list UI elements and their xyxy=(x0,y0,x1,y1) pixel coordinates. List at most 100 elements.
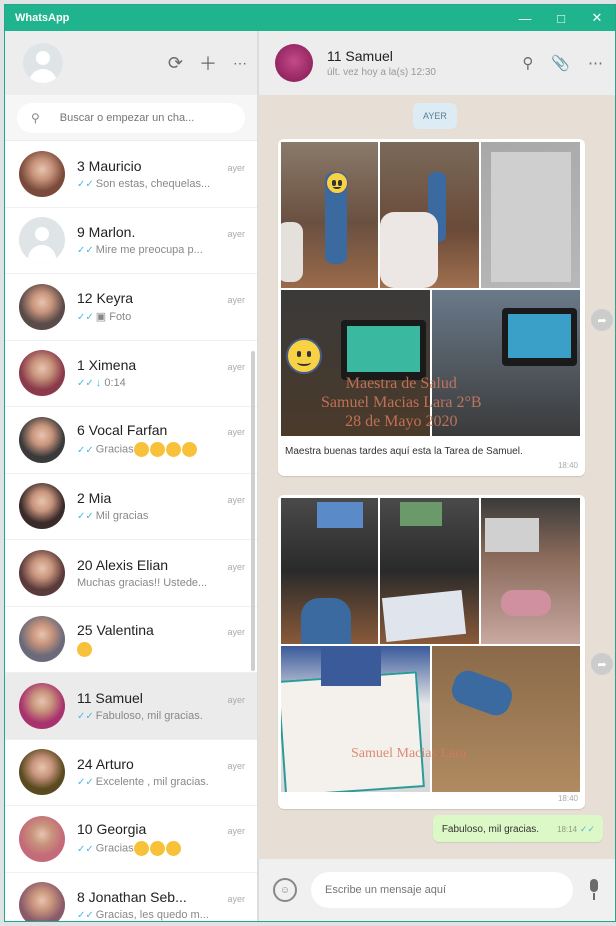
contact-avatar xyxy=(19,815,65,862)
chat-list-item[interactable]: 11 Samuel ayer ✓✓ Fabuloso, mil gracias. xyxy=(5,673,257,740)
chat-preview-text: Son estas, chequelas... xyxy=(95,177,211,190)
new-chat-icon[interactable]: ＋ xyxy=(199,50,217,76)
chat-list-item[interactable]: 24 Arturo ayer ✓✓ Excelente , mil gracias. xyxy=(5,740,257,806)
photo-thumbnail[interactable] xyxy=(281,142,378,288)
chat-name: 12 Keyra xyxy=(77,290,134,307)
photo-thumbnail[interactable] xyxy=(481,498,580,644)
read-receipt-icon: ✓✓ xyxy=(579,824,595,834)
chat-preview-text: Fabuloso, mil gracias. xyxy=(95,709,203,722)
photo-album-message[interactable]: Maestra de Salud Samuel Macias Lara 2°B 28… xyxy=(278,139,585,476)
chat-name: 10 Georgia xyxy=(77,821,147,838)
contact-name: 11 Samuel xyxy=(327,48,393,64)
read-receipt-icon: ✓✓ xyxy=(77,312,94,324)
photo-thumbnail[interactable] xyxy=(380,498,479,644)
sidebar-header: ⟳ ＋ ⋯ xyxy=(5,31,257,95)
forward-icon[interactable]: ➦ xyxy=(591,653,613,675)
contact-avatar xyxy=(19,416,65,463)
read-receipt-icon: ✓✓ xyxy=(77,777,94,789)
search-bar: ⚲ xyxy=(5,95,257,141)
search-input[interactable] xyxy=(59,112,220,124)
chat-preview-text: Mil gracias xyxy=(95,510,149,523)
maximize-icon[interactable]: □ xyxy=(543,5,579,31)
status-icon[interactable]: ⟳ xyxy=(168,53,183,74)
chat-name: 11 Samuel xyxy=(77,689,143,706)
photo-thumbnail[interactable] xyxy=(380,142,479,288)
forward-icon[interactable]: ➦ xyxy=(591,309,613,331)
chat-name: 20 Alexis Elian xyxy=(77,556,169,573)
chat-time: ayer xyxy=(227,229,245,240)
outgoing-message[interactable]: Fabuloso, mil gracias. 18:14 ✓✓ xyxy=(432,815,603,842)
emoji-icon xyxy=(181,442,197,458)
chat-preview-text: Gracias xyxy=(95,842,134,855)
conversation-header[interactable]: 11 Samuel últ. vez hoy a la(s) 12:30 ⚲ 📎… xyxy=(258,31,615,95)
emoji-icon xyxy=(165,841,181,857)
chat-time: ayer xyxy=(227,694,245,705)
message-caption: Maestra buenas tardes aquí esta la Tarea… xyxy=(285,446,523,457)
chat-preview-text: Gracias, les quedo m... xyxy=(95,909,209,921)
contact-avatar xyxy=(19,217,65,264)
chat-list-item[interactable]: 8 Jonathan Seb... ayer ✓✓ Gracias, les qued… xyxy=(5,873,257,921)
contact-avatar xyxy=(19,350,65,397)
message-input[interactable] xyxy=(311,872,573,908)
emoji-icon xyxy=(149,841,165,857)
chat-name: 24 Arturo xyxy=(77,756,134,773)
chat-list-item[interactable]: 25 Valentina ayer xyxy=(5,607,257,673)
chat-list-item[interactable]: 3 Mauricio ayer ✓✓ Son estas, chequelas... xyxy=(5,141,257,208)
photo-album-message[interactable]: Samuel Macias Lara 18:40 xyxy=(278,495,585,809)
read-receipt-icon: ✓✓ xyxy=(77,511,94,523)
face-sticker-icon xyxy=(286,338,322,374)
close-icon[interactable]: ✕ xyxy=(579,5,615,31)
photo-thumbnail[interactable] xyxy=(281,646,430,792)
photo-thumbnail[interactable] xyxy=(481,142,580,288)
search-icon: ⚲ xyxy=(31,111,40,125)
minimize-icon[interactable]: — xyxy=(507,5,543,31)
chat-list-item[interactable]: 12 Keyra ayer ✓✓ ▣ Foto xyxy=(5,274,257,341)
contact-status: últ. vez hoy a la(s) 12:30 xyxy=(327,67,436,78)
chat-list-item[interactable]: 6 Vocal Farfan ayer ✓✓ Gracias xyxy=(5,407,257,474)
chat-name: 9 Marlon. xyxy=(77,224,136,241)
search-messages-icon[interactable]: ⚲ xyxy=(522,54,533,72)
contact-avatar[interactable] xyxy=(275,44,313,82)
emoji-icon xyxy=(133,841,149,857)
sidebar-scrollbar[interactable] xyxy=(251,351,255,671)
chat-list-item[interactable]: 1 Ximena ayer ✓✓ ↓ 0:14 xyxy=(5,341,257,407)
photo-thumbnail[interactable] xyxy=(432,646,580,792)
chat-time: ayer xyxy=(227,626,245,637)
microphone-icon[interactable] xyxy=(587,879,601,901)
chat-time: ayer xyxy=(227,761,245,772)
attach-icon[interactable]: 📎 xyxy=(551,54,570,72)
message-composer: ☺ xyxy=(258,859,615,921)
emoji-icon xyxy=(165,442,181,458)
chat-list-item[interactable]: 9 Marlon. ayer ✓✓ Mire me preocupa p... xyxy=(5,208,257,274)
read-receipt-icon: ✓✓ xyxy=(77,444,94,456)
photo-thumbnail[interactable] xyxy=(281,498,378,644)
chat-time: ayer xyxy=(227,295,245,306)
contact-avatar xyxy=(19,682,65,729)
whatsapp-window: WhatsApp — □ ✕ ⟳ ＋ ⋯ ⚲ Buscar o empezar … xyxy=(4,4,616,922)
chat-name: 2 Mia xyxy=(77,490,112,507)
chat-time: ayer xyxy=(227,561,245,572)
chat-name: 6 Vocal Farfan xyxy=(77,422,168,439)
photo-watermark: Maestra de Salud Samuel Macias Lara 2°B 28… xyxy=(321,374,482,432)
chat-list-item[interactable]: 20 Alexis Elian ayer Muchas gracias!! Uste… xyxy=(5,540,257,607)
profile-avatar[interactable] xyxy=(23,43,63,83)
chat-list-item[interactable]: 10 Georgia ayer ✓✓ Gracias xyxy=(5,806,257,873)
emoji-icon xyxy=(133,442,149,458)
chat-preview-text: 0:14 xyxy=(104,377,126,390)
contact-avatar xyxy=(19,749,65,796)
chat-name: 8 Jonathan Seb... xyxy=(77,889,187,906)
chat-preview-text: Excelente , mil gracias. xyxy=(95,776,209,789)
watermark-line: Samuel Macias Lara xyxy=(351,746,467,761)
menu-icon[interactable]: ⋯ xyxy=(233,55,247,72)
outgoing-message-text: Fabuloso, mil gracias. xyxy=(441,824,540,835)
chat-time: ayer xyxy=(227,362,245,373)
emoji-icon[interactable]: ☺ xyxy=(273,878,297,902)
chat-list-item[interactable]: 2 Mia ayer ✓✓ Mil gracias xyxy=(5,474,257,540)
read-receipt-icon: ✓✓ xyxy=(77,843,94,855)
conversation-menu-icon[interactable]: ⋯ xyxy=(588,54,603,72)
emoji-icon xyxy=(149,442,165,458)
chat-time: ayer xyxy=(227,495,245,506)
day-separator: AYER xyxy=(413,103,457,129)
message-area: AYER Maestra de Salud Samuel Macias Lara… xyxy=(258,95,615,859)
conversation-panel: 11 Samuel últ. vez hoy a la(s) 12:30 ⚲ 📎… xyxy=(258,31,615,921)
